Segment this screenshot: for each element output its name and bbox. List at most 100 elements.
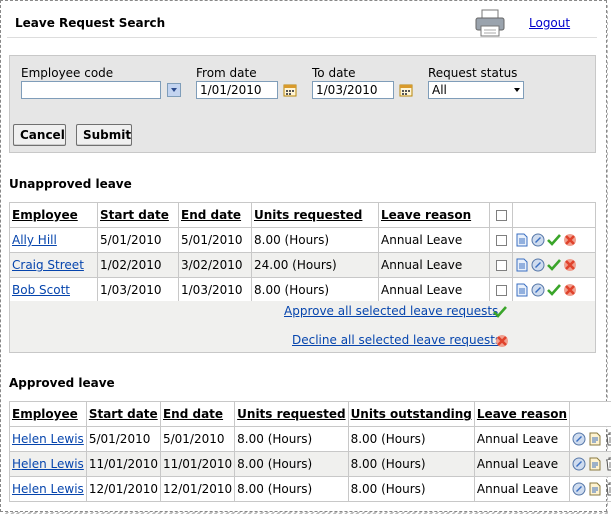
- logout-link[interactable]: Logout: [529, 16, 570, 30]
- employee-link[interactable]: Ally Hill: [12, 233, 57, 247]
- cross-icon[interactable]: [563, 233, 577, 247]
- request-status-label: Request status: [428, 66, 518, 80]
- units-requested-cell: 8.00 (Hours): [251, 227, 379, 253]
- column-header-end-date[interactable]: End date: [178, 202, 252, 228]
- unapproved-leave-title: Unapproved leave: [9, 177, 132, 191]
- row-actions: [569, 451, 611, 477]
- units-requested-cell: 8.00 (Hours): [234, 426, 349, 452]
- end-date-cell: 11/01/2010: [159, 451, 236, 477]
- column-header-units-requested[interactable]: Units requested: [251, 202, 379, 228]
- employee-code-input[interactable]: [21, 81, 161, 99]
- row-actions: [512, 252, 596, 278]
- units-requested-cell: 8.00 (Hours): [234, 451, 349, 477]
- employee-link[interactable]: Craig Street: [12, 258, 84, 272]
- cross-icon[interactable]: [563, 283, 577, 297]
- employee-link[interactable]: Helen Lewis: [12, 432, 84, 446]
- employee-link[interactable]: Bob Scott: [12, 283, 70, 297]
- approve-all-link[interactable]: Approve all selected leave requests: [284, 304, 498, 318]
- start-date-cell: 11/01/2010: [85, 451, 161, 477]
- document-icon[interactable]: [588, 432, 602, 446]
- leave-reason-cell: Annual Leave: [473, 451, 571, 477]
- edit-icon[interactable]: [531, 283, 545, 297]
- column-header-start-date[interactable]: Start date: [85, 401, 161, 427]
- column-header-leave-reason[interactable]: Leave reason: [473, 401, 571, 427]
- document-icon[interactable]: [588, 457, 602, 471]
- start-date-cell: 5/01/2010: [85, 426, 161, 452]
- approved-leave-table: Employee Start date End date Units reque…: [9, 401, 611, 502]
- from-date-label: From date: [196, 66, 257, 80]
- printer-icon[interactable]: [474, 9, 506, 37]
- search-panel: Employee code From date 1/01/2010 To dat…: [9, 55, 596, 153]
- checkmark-icon[interactable]: [547, 258, 561, 272]
- leave-reason-cell: Annual Leave: [378, 252, 490, 278]
- row-actions: [569, 426, 611, 452]
- checkmark-icon[interactable]: [493, 305, 507, 319]
- table-row: Craig Street 1/02/2010 3/02/2010 24.00 (…: [9, 252, 596, 278]
- row-select-checkbox[interactable]: [495, 235, 507, 246]
- table-header-row: Employee Start date End date Units reque…: [9, 202, 596, 228]
- end-date-cell: 5/01/2010: [178, 227, 252, 253]
- row-select-checkbox[interactable]: [495, 260, 507, 271]
- edit-icon[interactable]: [572, 482, 586, 496]
- document-icon[interactable]: [515, 233, 529, 247]
- column-header-employee[interactable]: Employee: [9, 202, 98, 228]
- decline-all-link[interactable]: Decline all selected leave requests: [292, 333, 501, 347]
- row-select-checkbox[interactable]: [495, 285, 507, 296]
- column-header-start-date[interactable]: Start date: [97, 202, 179, 228]
- table-header-row: Employee Start date End date Units reque…: [9, 401, 611, 427]
- column-header-units-requested[interactable]: Units requested: [234, 401, 349, 427]
- column-header-end-date[interactable]: End date: [159, 401, 236, 427]
- row-actions: [512, 227, 596, 253]
- units-requested-cell: 8.00 (Hours): [234, 476, 349, 502]
- edit-icon[interactable]: [572, 432, 586, 446]
- leave-reason-cell: Annual Leave: [378, 277, 490, 303]
- units-outstanding-cell: 8.00 (Hours): [347, 426, 475, 452]
- table-row: Ally Hill 5/01/2010 5/01/2010 8.00 (Hour…: [9, 227, 596, 253]
- page-title: Leave Request Search: [15, 16, 166, 30]
- employee-link[interactable]: Helen Lewis: [12, 482, 84, 496]
- document-icon[interactable]: [515, 283, 529, 297]
- trash-icon[interactable]: [604, 482, 611, 496]
- end-date-cell: 3/02/2010: [178, 252, 252, 278]
- edit-icon[interactable]: [531, 233, 545, 247]
- select-all-checkbox[interactable]: [495, 210, 507, 221]
- table-row: Helen Lewis 5/01/2010 5/01/2010 8.00 (Ho…: [9, 426, 611, 452]
- cancel-button[interactable]: Cancel: [13, 124, 66, 146]
- employee-link[interactable]: Helen Lewis: [12, 457, 84, 471]
- document-icon[interactable]: [588, 482, 602, 496]
- calendar-icon[interactable]: [399, 83, 413, 97]
- units-requested-cell: 8.00 (Hours): [251, 277, 379, 303]
- trash-icon[interactable]: [604, 432, 611, 446]
- to-date-input[interactable]: 1/03/2010: [312, 81, 394, 99]
- column-header-leave-reason[interactable]: Leave reason: [378, 202, 490, 228]
- table-row: Bob Scott 1/03/2010 1/03/2010 8.00 (Hour…: [9, 277, 596, 303]
- cross-icon[interactable]: [563, 258, 577, 272]
- checkmark-icon[interactable]: [547, 283, 561, 297]
- edit-icon[interactable]: [531, 258, 545, 272]
- page-header: Leave Request Search Logout: [7, 7, 597, 38]
- cross-icon[interactable]: [495, 334, 509, 348]
- select-all-cell: [489, 202, 513, 228]
- checkmark-icon[interactable]: [547, 233, 561, 247]
- submit-button[interactable]: Submit: [76, 124, 132, 146]
- column-header-employee[interactable]: Employee: [9, 401, 87, 427]
- row-actions: [512, 277, 596, 303]
- start-date-cell: 12/01/2010: [85, 476, 161, 502]
- unapproved-leave-table: Employee Start date End date Units reque…: [9, 202, 596, 303]
- to-date-label: To date: [312, 66, 356, 80]
- start-date-cell: 1/02/2010: [97, 252, 179, 278]
- end-date-cell: 5/01/2010: [159, 426, 236, 452]
- leave-reason-cell: Annual Leave: [473, 476, 571, 502]
- edit-icon[interactable]: [572, 457, 586, 471]
- units-outstanding-cell: 8.00 (Hours): [347, 451, 475, 477]
- document-icon[interactable]: [515, 258, 529, 272]
- request-status-value: All: [432, 83, 447, 97]
- from-date-input[interactable]: 1/01/2010: [196, 81, 278, 99]
- employee-dropdown-button[interactable]: [167, 83, 181, 97]
- column-header-units-outstanding[interactable]: Units outstanding: [347, 401, 475, 427]
- request-status-select[interactable]: All: [428, 81, 524, 99]
- page-frame: Leave Request Search Logout Employee cod…: [0, 0, 611, 512]
- calendar-icon[interactable]: [283, 83, 297, 97]
- actions-header: [569, 401, 611, 427]
- trash-icon[interactable]: [604, 457, 611, 471]
